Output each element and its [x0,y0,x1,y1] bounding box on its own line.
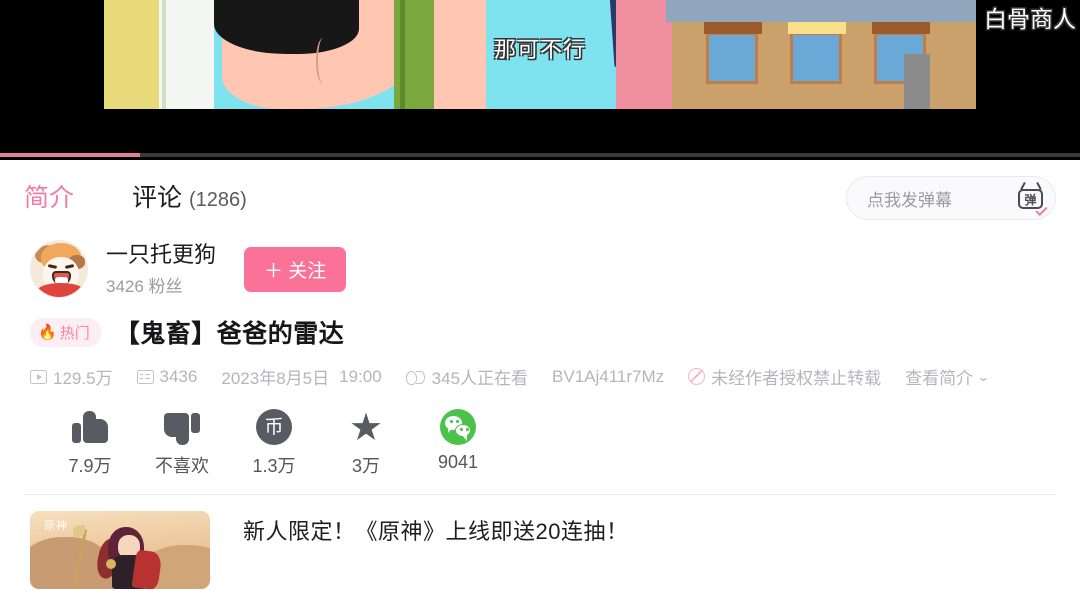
prohibited-icon [688,368,706,385]
danmaku-input[interactable]: 点我发弹幕 [847,186,1014,211]
danmaku-overlay-text: 白骨商人 [984,7,1076,33]
uploader-name[interactable]: 一只托更狗 [106,241,216,269]
ad-character-cape [131,549,163,589]
ad-headline[interactable]: 新人限定！《原神》上线即送20连抽！ [243,511,628,548]
like-count: 7.9万 [68,456,112,476]
meta-views-value: 129.5万 [53,369,113,388]
page-title: 【鬼畜】爸爸的雷达 [114,320,345,348]
meta-views: 129.5万 [30,364,113,389]
play-icon [30,369,47,384]
danmaku-count-icon [136,369,154,384]
tab-comments-label: 评论 [132,184,183,212]
title-row: 🔥 热门 【鬼畜】爸爸的雷达 [0,300,1080,350]
action-bar: 7.9万 不喜欢 币 1.3万 ★ 3万 9041 [0,389,1080,478]
expand-description-button[interactable]: 查看简介 ⌄ [905,364,991,389]
coin-count: 1.3万 [252,456,296,476]
thumb-up-icon [44,407,136,445]
meta-time-value: 19:00 [339,366,382,386]
coin-icon-wrap: 币 [228,407,320,445]
star-icon-wrap: ★ [320,406,412,449]
video-subtitle: 那可不行 [493,38,586,63]
video-frame[interactable]: 那可不行 [104,0,976,109]
tab-description[interactable]: 简介 [24,178,74,214]
ad-character-accessory [106,559,116,569]
meta-bvid[interactable]: BV1Aj411r7Mz [552,367,664,387]
content-tabs: 简介 评论 (1286) 点我发弹幕 弹 [0,160,1080,232]
video-player[interactable]: 那可不行 白骨商人 [0,0,1080,160]
follow-button[interactable]: ＋ 关注 [244,246,347,292]
star-icon: ★ [348,406,384,449]
hot-badge-label: 热门 [59,324,90,342]
meta-date: 2023年8月5日 19:00 [221,364,381,389]
video-progress-track[interactable] [0,153,1080,157]
ad-game-logo: 原神 [44,520,68,532]
wechat-icon [440,409,476,445]
ad-banner[interactable]: 原神 新人限定！《原神》上线即送20连抽！ [0,495,1080,589]
coin-icon: 币 [256,409,292,445]
dislike-label: 不喜欢 [155,456,209,476]
tab-comments-count: (1286) [188,189,247,211]
meta-danmaku-value: 3436 [159,366,198,386]
flame-icon: 🔥 [38,323,57,341]
uploader-info: 一只托更狗 3426 粉丝 [106,241,216,297]
genshin-ad-thumbnail[interactable]: 原神 [30,511,210,589]
share-wechat-button[interactable]: 9041 [412,407,504,478]
watching-users-icon [405,370,426,385]
uploader-avatar[interactable] [30,240,88,298]
meta-watching-value: 345人正在看 [431,369,529,388]
wechat-icon-wrap [412,407,504,445]
video-meta-row: 129.5万 3436 2023年8月5日 19:00 345人正在看 BV1A… [0,350,1080,389]
expand-description-label: 查看简介 [905,369,974,388]
dislike-button[interactable]: 不喜欢 [136,407,228,478]
avatar-scarf [37,283,85,297]
tab-comments[interactable]: 评论 (1286) [132,178,247,214]
meta-danmaku: 3436 [136,366,198,387]
thumb-down-icon [136,407,228,445]
tv-body-icon: 弹 [1018,189,1043,209]
favorite-count: 3万 [351,456,380,476]
danmaku-input-box[interactable]: 点我发弹幕 弹 [846,176,1056,220]
ad-weapon-head [73,525,85,537]
meta-date-value: 2023年8月5日 [221,369,330,388]
uploader-row: 一只托更狗 3426 粉丝 ＋ 关注 [0,232,1080,300]
hot-badge: 🔥 热门 [30,317,101,347]
uploader-fans-count: 3426 粉丝 [106,276,183,296]
favorite-button[interactable]: ★ 3万 [320,407,412,478]
video-progress-fill [0,153,141,157]
share-count: 9041 [437,452,479,472]
scene-building-roof [666,0,976,22]
chevron-down-icon: ⌄ [976,368,991,384]
coin-button[interactable]: 币 1.3万 [228,407,320,478]
meta-bvid-value: BV1Aj411r7Mz [552,366,665,386]
meta-copyright-value: 未经作者授权禁止转载 [711,369,882,388]
meta-watching: 345人正在看 [405,364,529,389]
bilibili-danmaku-tv-icon[interactable]: 弹 [1014,181,1048,217]
like-button[interactable]: 7.9万 [44,407,136,478]
meta-copyright: 未经作者授权禁止转载 [688,364,881,389]
